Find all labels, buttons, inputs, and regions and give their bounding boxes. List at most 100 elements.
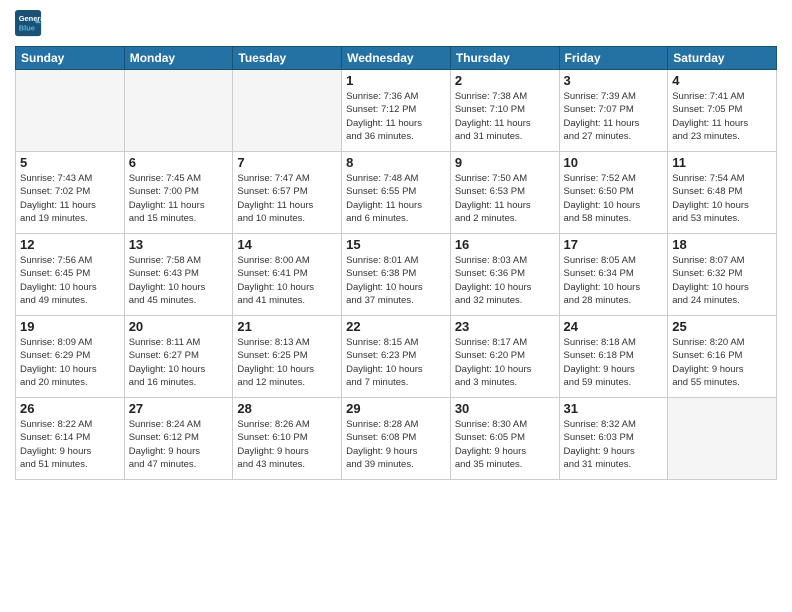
day-info: Sunrise: 8:11 AM Sunset: 6:27 PM Dayligh… bbox=[129, 336, 229, 389]
calendar-day-header: Saturday bbox=[668, 47, 777, 70]
day-number: 8 bbox=[346, 155, 446, 170]
day-info: Sunrise: 8:28 AM Sunset: 6:08 PM Dayligh… bbox=[346, 418, 446, 471]
day-info: Sunrise: 8:07 AM Sunset: 6:32 PM Dayligh… bbox=[672, 254, 772, 307]
day-number: 17 bbox=[564, 237, 664, 252]
calendar-day-cell: 10 Sunrise: 7:52 AM Sunset: 6:50 PM Dayli… bbox=[559, 152, 668, 234]
calendar-day-cell: 13 Sunrise: 7:58 AM Sunset: 6:43 PM Dayli… bbox=[124, 234, 233, 316]
calendar-day-cell: 11Sunrise: 7:54 AM Sunset: 6:48 PM Dayli… bbox=[668, 152, 777, 234]
calendar-week-row: 19Sunrise: 8:09 AM Sunset: 6:29 PM Dayli… bbox=[16, 316, 777, 398]
calendar-week-row: 5 Sunrise: 7:43 AM Sunset: 7:02 PM Daylig… bbox=[16, 152, 777, 234]
calendar-day-header: Monday bbox=[124, 47, 233, 70]
page-header: General Blue bbox=[15, 10, 777, 38]
day-number: 12 bbox=[20, 237, 120, 252]
calendar-day-header: Wednesday bbox=[342, 47, 451, 70]
day-info: Sunrise: 7:45 AM Sunset: 7:00 PM Dayligh… bbox=[129, 172, 229, 225]
calendar-day-cell: 29 Sunrise: 8:28 AM Sunset: 6:08 PM Dayli… bbox=[342, 398, 451, 480]
day-number: 15 bbox=[346, 237, 446, 252]
day-number: 26 bbox=[20, 401, 120, 416]
calendar-week-row: 1 Sunrise: 7:36 AM Sunset: 7:12 PM Daylig… bbox=[16, 70, 777, 152]
day-info: Sunrise: 7:58 AM Sunset: 6:43 PM Dayligh… bbox=[129, 254, 229, 307]
calendar-day-cell bbox=[233, 70, 342, 152]
day-number: 25 bbox=[672, 319, 772, 334]
day-info: Sunrise: 8:03 AM Sunset: 6:36 PM Dayligh… bbox=[455, 254, 555, 307]
calendar-day-cell: 7 Sunrise: 7:47 AM Sunset: 6:57 PM Daylig… bbox=[233, 152, 342, 234]
day-number: 31 bbox=[564, 401, 664, 416]
day-number: 30 bbox=[455, 401, 555, 416]
day-number: 24 bbox=[564, 319, 664, 334]
calendar-week-row: 26 Sunrise: 8:22 AM Sunset: 6:14 PM Dayli… bbox=[16, 398, 777, 480]
logo: General Blue bbox=[15, 10, 47, 38]
calendar-day-cell: 3Sunrise: 7:39 AM Sunset: 7:07 PM Daylig… bbox=[559, 70, 668, 152]
day-number: 23 bbox=[455, 319, 555, 334]
calendar-day-cell: 26 Sunrise: 8:22 AM Sunset: 6:14 PM Dayli… bbox=[16, 398, 125, 480]
day-number: 21 bbox=[237, 319, 337, 334]
day-info: Sunrise: 8:15 AM Sunset: 6:23 PM Dayligh… bbox=[346, 336, 446, 389]
day-info: Sunrise: 8:32 AM Sunset: 6:03 PM Dayligh… bbox=[564, 418, 664, 471]
day-number: 29 bbox=[346, 401, 446, 416]
calendar-day-cell: 14 Sunrise: 8:00 AM Sunset: 6:41 PM Dayli… bbox=[233, 234, 342, 316]
day-info: Sunrise: 8:09 AM Sunset: 6:29 PM Dayligh… bbox=[20, 336, 120, 389]
calendar-day-cell: 27 Sunrise: 8:24 AM Sunset: 6:12 PM Dayli… bbox=[124, 398, 233, 480]
calendar-day-cell: 21Sunrise: 8:13 AM Sunset: 6:25 PM Dayli… bbox=[233, 316, 342, 398]
calendar-header-row: SundayMondayTuesdayWednesdayThursdayFrid… bbox=[16, 47, 777, 70]
day-info: Sunrise: 7:36 AM Sunset: 7:12 PM Dayligh… bbox=[346, 90, 446, 143]
calendar-day-cell bbox=[668, 398, 777, 480]
day-number: 3 bbox=[564, 73, 664, 88]
day-number: 1 bbox=[346, 73, 446, 88]
calendar-day-cell bbox=[124, 70, 233, 152]
day-info: Sunrise: 8:22 AM Sunset: 6:14 PM Dayligh… bbox=[20, 418, 120, 471]
day-info: Sunrise: 7:41 AM Sunset: 7:05 PM Dayligh… bbox=[672, 90, 772, 143]
day-info: Sunrise: 7:56 AM Sunset: 6:45 PM Dayligh… bbox=[20, 254, 120, 307]
day-number: 5 bbox=[20, 155, 120, 170]
day-info: Sunrise: 8:05 AM Sunset: 6:34 PM Dayligh… bbox=[564, 254, 664, 307]
calendar-day-cell: 8Sunrise: 7:48 AM Sunset: 6:55 PM Daylig… bbox=[342, 152, 451, 234]
calendar-day-header: Friday bbox=[559, 47, 668, 70]
logo-icon: General Blue bbox=[15, 10, 43, 38]
day-number: 28 bbox=[237, 401, 337, 416]
calendar-day-cell: 5 Sunrise: 7:43 AM Sunset: 7:02 PM Daylig… bbox=[16, 152, 125, 234]
calendar-day-header: Sunday bbox=[16, 47, 125, 70]
day-number: 14 bbox=[237, 237, 337, 252]
day-info: Sunrise: 8:24 AM Sunset: 6:12 PM Dayligh… bbox=[129, 418, 229, 471]
day-info: Sunrise: 8:01 AM Sunset: 6:38 PM Dayligh… bbox=[346, 254, 446, 307]
calendar-day-cell: 16 Sunrise: 8:03 AM Sunset: 6:36 PM Dayli… bbox=[450, 234, 559, 316]
calendar-day-cell: 9Sunrise: 7:50 AM Sunset: 6:53 PM Daylig… bbox=[450, 152, 559, 234]
calendar-day-cell: 17 Sunrise: 8:05 AM Sunset: 6:34 PM Dayli… bbox=[559, 234, 668, 316]
calendar-day-cell: 28 Sunrise: 8:26 AM Sunset: 6:10 PM Dayli… bbox=[233, 398, 342, 480]
day-number: 22 bbox=[346, 319, 446, 334]
day-number: 27 bbox=[129, 401, 229, 416]
day-info: Sunrise: 8:00 AM Sunset: 6:41 PM Dayligh… bbox=[237, 254, 337, 307]
day-number: 18 bbox=[672, 237, 772, 252]
day-info: Sunrise: 8:18 AM Sunset: 6:18 PM Dayligh… bbox=[564, 336, 664, 389]
calendar-day-cell: 4 Sunrise: 7:41 AM Sunset: 7:05 PM Daylig… bbox=[668, 70, 777, 152]
calendar-day-cell: 18 Sunrise: 8:07 AM Sunset: 6:32 PM Dayli… bbox=[668, 234, 777, 316]
day-number: 9 bbox=[455, 155, 555, 170]
day-info: Sunrise: 7:54 AM Sunset: 6:48 PM Dayligh… bbox=[672, 172, 772, 225]
day-info: Sunrise: 7:38 AM Sunset: 7:10 PM Dayligh… bbox=[455, 90, 555, 143]
day-number: 4 bbox=[672, 73, 772, 88]
calendar-day-cell: 15 Sunrise: 8:01 AM Sunset: 6:38 PM Dayli… bbox=[342, 234, 451, 316]
day-number: 20 bbox=[129, 319, 229, 334]
calendar-day-cell: 23 Sunrise: 8:17 AM Sunset: 6:20 PM Dayli… bbox=[450, 316, 559, 398]
calendar-day-cell bbox=[16, 70, 125, 152]
day-number: 7 bbox=[237, 155, 337, 170]
day-number: 13 bbox=[129, 237, 229, 252]
day-number: 10 bbox=[564, 155, 664, 170]
calendar-day-cell: 20 Sunrise: 8:11 AM Sunset: 6:27 PM Dayli… bbox=[124, 316, 233, 398]
day-number: 6 bbox=[129, 155, 229, 170]
calendar-day-cell: 30Sunrise: 8:30 AM Sunset: 6:05 PM Dayli… bbox=[450, 398, 559, 480]
day-info: Sunrise: 7:43 AM Sunset: 7:02 PM Dayligh… bbox=[20, 172, 120, 225]
calendar-day-cell: 6 Sunrise: 7:45 AM Sunset: 7:00 PM Daylig… bbox=[124, 152, 233, 234]
svg-text:Blue: Blue bbox=[19, 24, 35, 33]
day-number: 16 bbox=[455, 237, 555, 252]
calendar-day-cell: 22 Sunrise: 8:15 AM Sunset: 6:23 PM Dayli… bbox=[342, 316, 451, 398]
day-info: Sunrise: 7:52 AM Sunset: 6:50 PM Dayligh… bbox=[564, 172, 664, 225]
day-info: Sunrise: 8:17 AM Sunset: 6:20 PM Dayligh… bbox=[455, 336, 555, 389]
calendar-week-row: 12 Sunrise: 7:56 AM Sunset: 6:45 PM Dayli… bbox=[16, 234, 777, 316]
calendar-day-cell: 1 Sunrise: 7:36 AM Sunset: 7:12 PM Daylig… bbox=[342, 70, 451, 152]
calendar-day-cell: 25Sunrise: 8:20 AM Sunset: 6:16 PM Dayli… bbox=[668, 316, 777, 398]
day-number: 2 bbox=[455, 73, 555, 88]
day-info: Sunrise: 7:47 AM Sunset: 6:57 PM Dayligh… bbox=[237, 172, 337, 225]
day-info: Sunrise: 8:26 AM Sunset: 6:10 PM Dayligh… bbox=[237, 418, 337, 471]
calendar-table: SundayMondayTuesdayWednesdayThursdayFrid… bbox=[15, 46, 777, 480]
